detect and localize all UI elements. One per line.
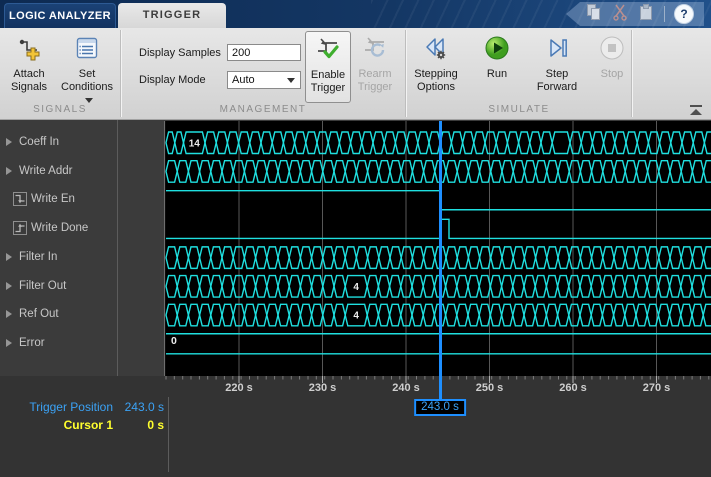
management-section-label: MANAGEMENT xyxy=(219,104,307,115)
sidebar-item-coeff-in[interactable]: Coeff In xyxy=(0,134,117,151)
svg-text:4: 4 xyxy=(353,282,359,293)
expander-icon[interactable] xyxy=(6,252,12,261)
signal-label: Filter Out xyxy=(19,279,67,292)
status-divider xyxy=(168,397,169,472)
step-forward-button[interactable]: Step Forward xyxy=(528,31,586,103)
signal-label: Coeff In xyxy=(19,136,60,148)
expander-icon[interactable] xyxy=(6,281,12,290)
axis-tick-label: 260 s xyxy=(559,382,587,394)
sidebar-item-write-done[interactable]: Write Done xyxy=(0,220,117,237)
svg-text:0: 0 xyxy=(171,335,177,347)
set-conditions-button[interactable]: Set Conditions xyxy=(56,31,118,103)
sidebar-item-filter-out[interactable]: Filter Out xyxy=(0,277,117,294)
sidebar-item-write-en[interactable]: Write En xyxy=(0,191,117,208)
step-forward-icon xyxy=(544,35,570,65)
set-conditions-icon xyxy=(74,35,100,65)
rearm-trigger-icon xyxy=(362,35,388,65)
display-samples-input[interactable] xyxy=(227,44,301,61)
copy-icon[interactable] xyxy=(585,3,603,26)
signal-label: Write Done xyxy=(31,222,89,235)
display-mode-dropdown[interactable]: Auto xyxy=(227,71,301,89)
chevron-down-icon xyxy=(287,78,295,83)
display-mode-value: Auto xyxy=(232,74,255,86)
waveform-area: Coeff In Write Addr Write En Write Done Filt… xyxy=(0,119,711,477)
axis-tick-label: 240 s xyxy=(392,382,420,394)
rearm-trigger-button[interactable]: Rearm Trigger xyxy=(352,31,398,103)
time-axis: 220 s 230 s 240 s 250 s 260 s 270 s Trigger P… xyxy=(0,376,711,477)
axis-tick-label: 270 s xyxy=(642,382,671,394)
trigger-position-value: 243.0 s xyxy=(124,400,164,414)
sidebar-item-ref-out[interactable]: Ref Out xyxy=(0,306,117,323)
cursor1-label: Cursor 1 xyxy=(63,418,113,432)
signal-label: Filter In xyxy=(19,250,58,263)
trigger-position-flag[interactable]: 243.0 s xyxy=(414,399,466,416)
rising-edge-icon xyxy=(13,221,27,236)
axis-tick-label: 250 s xyxy=(475,382,504,394)
tab-trigger[interactable]: TRIGGER xyxy=(118,3,226,28)
stop-button[interactable]: Stop xyxy=(594,31,630,103)
attach-signals-icon xyxy=(16,35,42,65)
title-bar: LOGIC ANALYZER TRIGGER ? xyxy=(0,0,711,28)
rearm-trigger-label: Rearm Trigger xyxy=(357,68,393,93)
enable-trigger-label: Enable Trigger xyxy=(310,69,346,94)
trigger-position-label: Trigger Position xyxy=(29,400,113,414)
signal-label: Error xyxy=(19,337,45,350)
signal-label: Write Addr xyxy=(19,164,73,177)
set-conditions-label: Set Conditions xyxy=(56,68,118,107)
expander-icon[interactable] xyxy=(6,138,12,146)
quick-access-toolbar: ? xyxy=(566,2,704,26)
stop-icon xyxy=(599,35,625,65)
waveform-canvas: 14 4 4 0 xyxy=(164,121,711,376)
sidebar-item-write-addr[interactable]: Write Addr xyxy=(0,162,117,179)
collapse-toolstrip-button[interactable] xyxy=(688,104,704,117)
signals-section-label: SIGNALS xyxy=(33,104,87,115)
run-label: Run xyxy=(486,68,508,80)
run-icon xyxy=(484,35,510,65)
signal-label: Write En xyxy=(31,193,75,206)
sidebar-item-filter-in[interactable]: Filter In xyxy=(0,248,117,265)
paste-icon[interactable] xyxy=(637,3,655,26)
enable-trigger-button[interactable]: Enable Trigger xyxy=(305,31,351,103)
stepping-options-label: Stepping Options xyxy=(414,68,458,93)
stop-label: Stop xyxy=(600,68,624,80)
simulate-section-label: SIMULATE xyxy=(488,104,550,115)
expander-icon[interactable] xyxy=(6,339,12,348)
logic-analyzer-window: LOGIC ANALYZER TRIGGER ? Attach Signals xyxy=(0,0,711,477)
expander-icon[interactable] xyxy=(6,166,12,175)
axis-tick-label: 220 s xyxy=(225,382,253,394)
toolbar-separator xyxy=(664,6,665,22)
display-samples-label: Display Samples xyxy=(139,47,221,59)
step-forward-label: Step Forward xyxy=(536,68,578,93)
stepping-options-icon xyxy=(423,35,449,65)
toolstrip: Attach Signals Set Conditions SIGNALS Di… xyxy=(0,28,711,119)
run-button[interactable]: Run xyxy=(477,31,517,103)
attach-signals-button[interactable]: Attach Signals xyxy=(4,31,54,103)
falling-edge-icon xyxy=(13,192,27,207)
sidebar-item-error[interactable]: Error xyxy=(0,335,117,352)
svg-text:4: 4 xyxy=(353,311,359,322)
stepping-options-button[interactable]: Stepping Options xyxy=(408,31,464,103)
signal-label: Ref Out xyxy=(19,308,59,321)
expander-icon[interactable] xyxy=(6,310,12,319)
cut-icon[interactable] xyxy=(612,3,628,26)
svg-text:14: 14 xyxy=(189,138,201,149)
cursor1-value: 0 s xyxy=(147,418,164,432)
display-mode-label: Display Mode xyxy=(139,74,206,86)
axis-tick-label: 230 s xyxy=(308,382,337,394)
attach-signals-label: Attach Signals xyxy=(10,68,48,93)
waveform-plot[interactable]: 14 4 4 0 xyxy=(164,121,711,376)
chevron-down-icon xyxy=(84,97,93,103)
trigger-cursor-line[interactable] xyxy=(438,121,442,400)
enable-trigger-icon xyxy=(315,36,341,66)
tab-logic-analyzer[interactable]: LOGIC ANALYZER xyxy=(4,3,116,28)
help-button[interactable]: ? xyxy=(674,4,694,24)
